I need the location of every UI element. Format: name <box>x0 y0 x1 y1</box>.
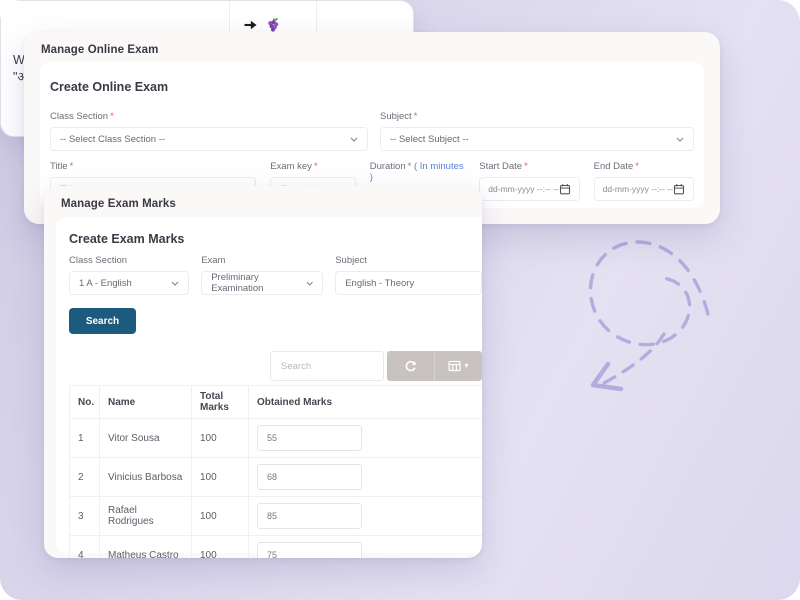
col-header-total: Total Marks <box>192 386 249 419</box>
cell-obtained <box>249 497 483 536</box>
class-section-label: Class Section* <box>50 111 368 122</box>
cell-obtained <box>249 458 483 497</box>
calendar-icon <box>559 183 571 195</box>
exam-marks-card: Manage Exam Marks Create Exam Marks Clas… <box>44 186 482 558</box>
marks-exam-value: Preliminary Examination <box>211 272 306 294</box>
online-exam-card-title: Manage Online Exam <box>24 32 720 56</box>
cell-name: Vinicius Barbosa <box>100 458 192 497</box>
caret-down-icon: ▾ <box>464 362 468 370</box>
marks-exam-select[interactable]: Preliminary Examination <box>201 271 323 295</box>
chevron-down-icon <box>676 137 684 142</box>
search-button[interactable]: Search <box>69 308 136 334</box>
columns-icon <box>448 360 461 372</box>
exam-marks-card-title: Manage Exam Marks <box>44 186 482 210</box>
obtained-marks-input[interactable] <box>257 503 362 529</box>
table-toolbar: ▾ <box>387 351 482 381</box>
page-background: Manage Online Exam Create Online Exam Cl… <box>0 0 800 600</box>
start-date-label: Start Date* <box>479 161 579 172</box>
cell-name: Matheus Castro <box>100 536 192 559</box>
marks-class-section-value: 1 A - English <box>79 278 132 289</box>
end-date-input[interactable]: dd-mm-yyyy --:-- -- <box>594 177 694 201</box>
marks-class-section-select[interactable]: 1 A - English <box>69 271 189 295</box>
cell-total: 100 <box>192 419 249 458</box>
refresh-icon <box>404 360 417 373</box>
cell-no: 3 <box>70 497 100 536</box>
cell-no: 4 <box>70 536 100 559</box>
marks-subject-value: English - Theory <box>345 278 414 289</box>
cell-total: 100 <box>192 458 249 497</box>
end-date-value: dd-mm-yyyy --:-- -- <box>603 184 673 194</box>
obtained-marks-input[interactable] <box>257 542 362 558</box>
subject-select[interactable]: -- Select Subject -- <box>380 127 694 151</box>
marks-subject-label: Subject <box>335 255 482 266</box>
refresh-button[interactable] <box>387 351 434 381</box>
chevron-down-icon <box>350 137 358 142</box>
cell-obtained <box>249 419 483 458</box>
exam-key-label: Exam key* <box>270 161 356 172</box>
cell-obtained <box>249 536 483 559</box>
table-row: 2 Vinicius Barbosa 100 <box>70 458 483 497</box>
table-row: 4 Matheus Castro 100 <box>70 536 483 559</box>
start-date-value: dd-mm-yyyy --:-- -- <box>488 184 558 194</box>
cell-no: 1 <box>70 419 100 458</box>
subject-select-value: -- Select Subject -- <box>390 134 469 145</box>
marks-class-section-label: Class Section <box>69 255 189 266</box>
marks-table-body: 1 Vitor Sousa 100 2 Vinicius Barbosa 100… <box>70 419 483 559</box>
obtained-marks-input[interactable] <box>257 425 362 451</box>
table-row: 3 Rafael Rodrigues 100 <box>70 497 483 536</box>
col-header-obtained: Obtained Marks <box>249 386 483 419</box>
start-date-input[interactable]: dd-mm-yyyy --:-- -- <box>479 177 579 201</box>
marks-table: No. Name Total Marks Obtained Marks 1 Vi… <box>69 385 482 558</box>
title-label: Title* <box>50 161 256 172</box>
cell-total: 100 <box>192 536 249 559</box>
create-exam-marks-panel: Create Exam Marks Class Section 1 A - En… <box>56 217 482 553</box>
marks-subject-select[interactable]: English - Theory <box>335 271 482 295</box>
subject-label: Subject* <box>380 111 694 122</box>
create-exam-marks-heading: Create Exam Marks <box>69 232 482 246</box>
cell-name: Vitor Sousa <box>100 419 192 458</box>
duration-label: Duration* ( In minutes ) <box>370 161 466 183</box>
columns-button[interactable]: ▾ <box>434 351 482 381</box>
class-section-select-value: -- Select Class Section -- <box>60 134 165 145</box>
calendar-icon <box>673 183 685 195</box>
option-row <box>244 17 316 33</box>
chevron-down-icon <box>306 281 313 286</box>
class-section-select[interactable]: -- Select Class Section -- <box>50 127 368 151</box>
arrow-right-icon <box>244 20 257 30</box>
end-date-label: End Date* <box>594 161 694 172</box>
obtained-marks-input[interactable] <box>257 464 362 490</box>
cell-total: 100 <box>192 497 249 536</box>
chevron-down-icon <box>171 281 179 286</box>
table-search-input[interactable] <box>270 351 384 381</box>
col-header-name: Name <box>100 386 192 419</box>
col-header-no: No. <box>70 386 100 419</box>
table-row: 1 Vitor Sousa 100 <box>70 419 483 458</box>
marks-exam-label: Exam <box>201 255 323 266</box>
cell-no: 2 <box>70 458 100 497</box>
create-online-exam-heading: Create Online Exam <box>50 80 694 94</box>
dashed-arrow-decoration <box>548 228 748 393</box>
cell-name: Rafael Rodrigues <box>100 497 192 536</box>
grapes-icon <box>265 17 281 33</box>
